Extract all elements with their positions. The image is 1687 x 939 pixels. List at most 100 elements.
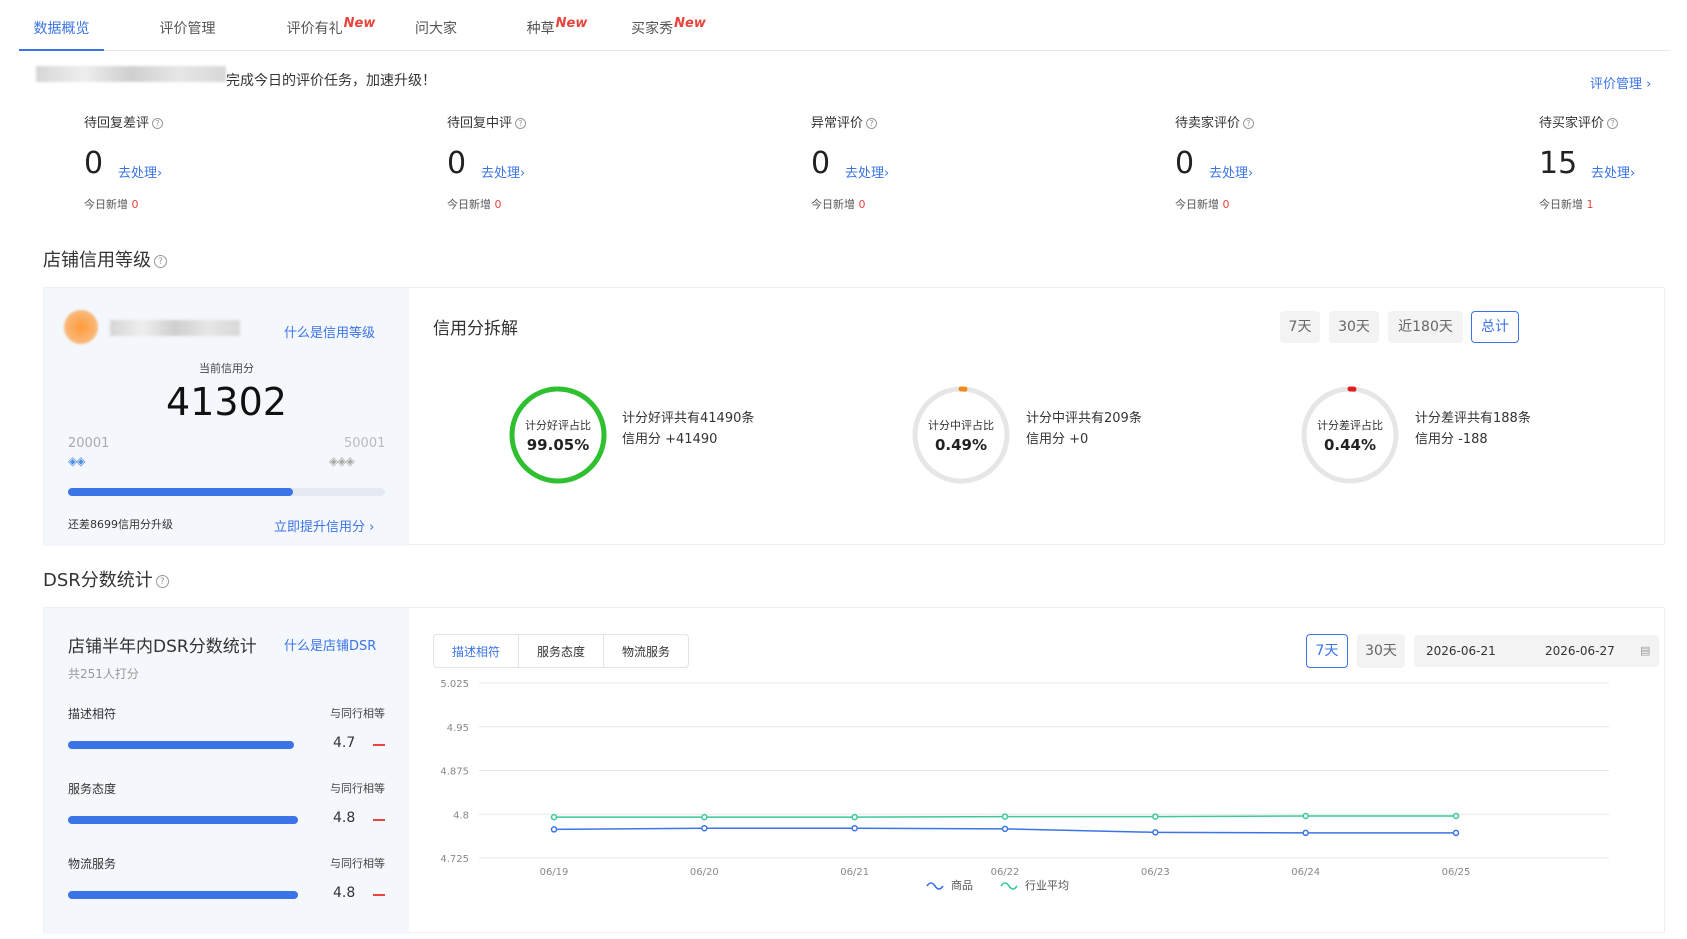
metric-value: 4.8: [333, 810, 356, 826]
data-point: [701, 813, 708, 821]
process-link[interactable]: 去处理›: [845, 162, 889, 181]
dsr-range-7d-button[interactable]: 7天: [1306, 634, 1348, 668]
ring-label: 计分好评占比: [525, 419, 591, 432]
tab-label: 种草: [526, 21, 555, 37]
avatar: [64, 310, 98, 344]
chart-tab-description[interactable]: 描述相符: [433, 634, 519, 668]
diamond-next-level-icon: ◈◈◈: [329, 454, 355, 468]
help-icon[interactable]: ?: [1607, 118, 1619, 129]
metric-label: 服务态度: [68, 782, 117, 796]
stat-value: 0: [447, 146, 467, 181]
negative-review-desc: 计分差评共有188条 信用分 -188: [1415, 408, 1531, 450]
neutral-ring-text: 计分中评占比 0.49%: [915, 417, 1007, 454]
range-total-button[interactable]: 总计: [1471, 311, 1519, 343]
process-link[interactable]: 去处理›: [1209, 162, 1253, 181]
tab-review-manage[interactable]: 评价管理: [145, 18, 230, 51]
data-point: [1152, 813, 1159, 820]
data-point: [1452, 812, 1460, 820]
dsr-line-chart: 5.025 4.95 4.875 4.8 4.725 06/19 06/20 06/21 06/…: [440, 679, 1609, 892]
dsr-card: 店铺半年内DSR分数统计 什么是店铺DSR 共251人打分 描述相符 与同行相等…: [44, 608, 409, 934]
tab-buyer-show[interactable]: 买家秀New: [621, 16, 716, 51]
credit-score: 41302: [166, 380, 287, 424]
range-180d-button[interactable]: 近180天: [1388, 311, 1463, 343]
breakdown-title: 信用分拆解: [433, 319, 518, 339]
chart-tab-service[interactable]: 服务态度: [518, 634, 604, 668]
data-point: [851, 813, 858, 821]
dsr-range-30d-button[interactable]: 30天: [1357, 634, 1405, 668]
today-count: 0: [1222, 198, 1230, 211]
stat-label: 待回复差评: [84, 116, 150, 131]
review-manage-link[interactable]: 评价管理 ›: [1590, 73, 1651, 92]
today-new: 今日新增 0: [1175, 198, 1230, 211]
process-link[interactable]: 去处理›: [481, 162, 525, 181]
metric-bar: [68, 891, 299, 899]
tab-overview[interactable]: 数据概览: [19, 18, 104, 51]
today-count: 0: [858, 198, 866, 211]
y-tick-label: 4.95: [447, 723, 469, 734]
chart-tab-logistics[interactable]: 物流服务: [603, 634, 689, 668]
legend-swatch: [1000, 882, 1018, 890]
stat-label: 待卖家评价: [1175, 116, 1241, 131]
metric-bar: [68, 816, 299, 824]
data-point: [701, 825, 708, 832]
process-link[interactable]: 去处理›: [1591, 162, 1635, 181]
new-badge: New: [343, 16, 376, 31]
tab-label: 问大家: [415, 21, 457, 37]
today-new: 今日新增 0: [447, 198, 502, 211]
y-tick-label: 4.725: [440, 854, 469, 865]
help-icon[interactable]: ?: [152, 118, 164, 129]
metric-label: 物流服务: [68, 857, 117, 871]
ring-percent: 0.44%: [1323, 436, 1377, 454]
metric-compare: 与同行相等: [330, 857, 385, 870]
process-link[interactable]: 去处理›: [118, 162, 162, 181]
stat-value: 0: [811, 146, 831, 181]
data-point: [1001, 813, 1009, 820]
tab-ask-all[interactable]: 问大家: [401, 18, 471, 51]
what-is-credit-link[interactable]: 什么是信用等级: [284, 322, 375, 341]
help-icon[interactable]: ?: [155, 574, 169, 588]
metric-value: 4.8: [333, 885, 356, 901]
diamond-level-icon: ◈◈: [68, 454, 85, 468]
current-score-label: 当前信用分: [199, 362, 254, 375]
score-text: 信用分 -188: [1415, 432, 1488, 447]
help-icon[interactable]: ?: [1243, 118, 1255, 129]
stat-pending-neutral: 待回复中评? 0 去处理› 今日新增 0: [447, 112, 667, 211]
help-icon[interactable]: ?: [154, 254, 167, 268]
level-max: 50001: [344, 436, 386, 451]
date-end: 2026-06-27: [1545, 644, 1615, 658]
range-7d-button[interactable]: 7天: [1280, 311, 1320, 343]
stat-label: 待回复中评: [447, 116, 513, 131]
ring-label: 计分中评占比: [928, 419, 994, 432]
tab-review-gift[interactable]: 评价有礼New: [281, 16, 381, 51]
help-icon[interactable]: ?: [515, 118, 527, 129]
x-tick-label: 06/25: [1442, 867, 1471, 878]
tab-seeding[interactable]: 种草New: [517, 16, 597, 51]
data-point: [550, 813, 558, 821]
range-30d-button[interactable]: 30天: [1329, 311, 1379, 343]
stat-value: 0: [1175, 146, 1195, 181]
new-badge: New: [674, 16, 706, 31]
credit-progress-fill: [68, 488, 294, 496]
credit-card: 什么是信用等级 当前信用分 41302 20001 50001 ◈◈ ◈◈◈ 还…: [44, 288, 409, 546]
credit-panel: 什么是信用等级 当前信用分 41302 20001 50001 ◈◈ ◈◈◈ 还…: [43, 287, 1665, 546]
what-is-dsr-link[interactable]: 什么是店铺DSR: [284, 635, 376, 654]
today-count: 1: [1586, 198, 1594, 211]
negative-ring-text: 计分差评占比 0.44%: [1304, 417, 1396, 454]
date-range-picker[interactable]: 2026-06-21 2026-06-27 ▤: [1414, 635, 1659, 667]
credit-section-title: 店铺信用等级?: [43, 246, 167, 272]
count-text: 计分中评共有209条: [1026, 411, 1142, 426]
legend-label: 行业平均: [1025, 879, 1069, 892]
metric-value: 4.7: [333, 735, 356, 751]
stat-label: 异常评价: [811, 116, 864, 131]
date-start: 2026-06-21: [1426, 644, 1496, 658]
dsr-panel: 店铺半年内DSR分数统计 什么是店铺DSR 共251人打分 描述相符 与同行相等…: [43, 607, 1665, 934]
stat-pending-seller: 待卖家评价? 0 去处理› 今日新增 0: [1175, 112, 1395, 211]
blurred-shop-name: [36, 66, 226, 82]
equal-dash-icon: [373, 894, 385, 896]
y-tick-label: 4.8: [453, 810, 469, 821]
help-icon[interactable]: ?: [866, 118, 878, 129]
boost-credit-link[interactable]: 立即提升信用分 ›: [274, 516, 374, 535]
data-point: [550, 826, 558, 833]
stat-value: 15: [1539, 146, 1578, 181]
x-tick-label: 06/22: [991, 867, 1020, 878]
